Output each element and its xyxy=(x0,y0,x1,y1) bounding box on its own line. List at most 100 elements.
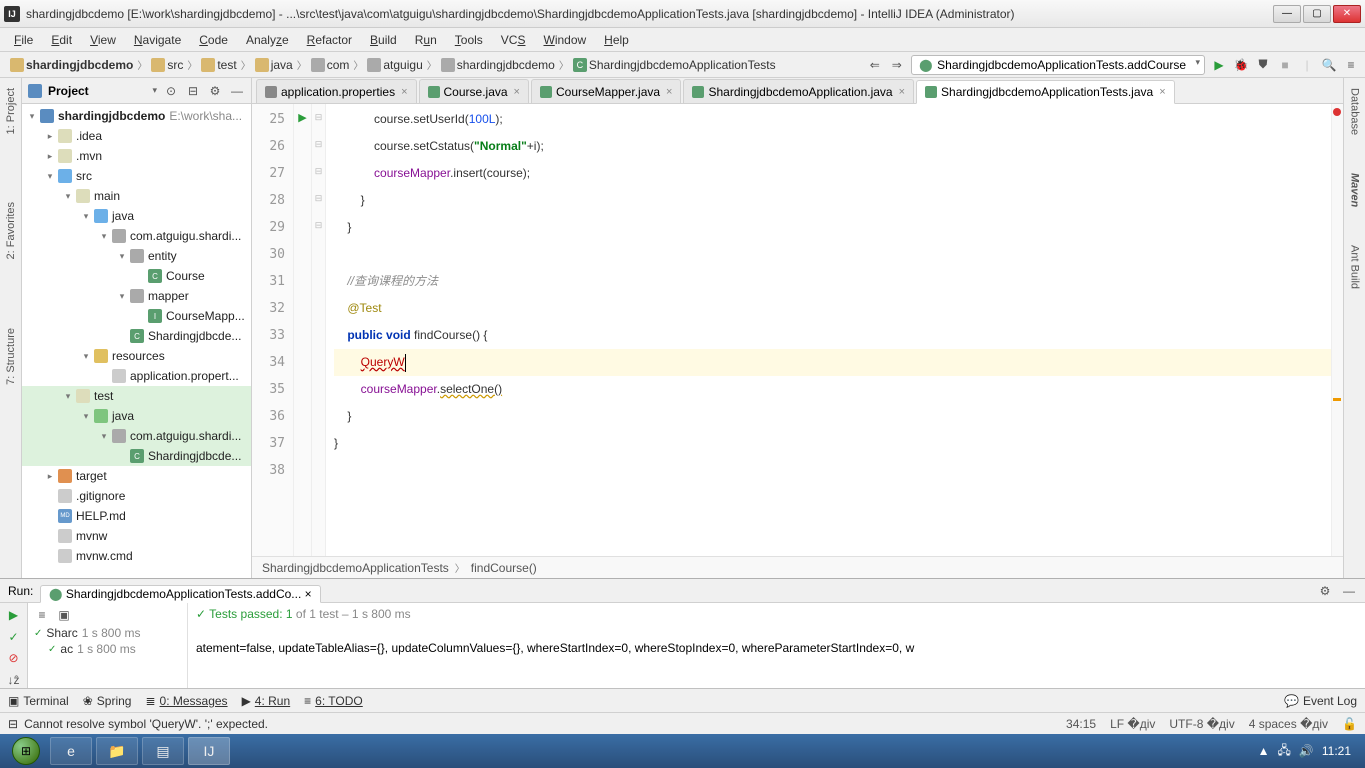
tree-javat[interactable]: ▾java xyxy=(22,406,251,426)
tree-mvnw[interactable]: mvnw xyxy=(22,526,251,546)
menu-vcs[interactable]: VCS xyxy=(493,31,534,49)
run-gutter[interactable]: ▶ xyxy=(294,104,312,556)
collapse-icon[interactable]: ⊟ xyxy=(185,83,201,99)
crumb-atguigu[interactable]: atguigu xyxy=(363,56,426,74)
menu-code[interactable]: Code xyxy=(191,31,236,49)
tree-shardingapp[interactable]: CShardingjdbcde... xyxy=(22,326,251,346)
fold-gutter[interactable]: ⊟ ⊟ ⊟ ⊟ ⊟ xyxy=(312,104,326,556)
crumb-java[interactable]: java xyxy=(251,56,297,74)
error-stripe[interactable] xyxy=(1331,104,1343,556)
toggle-pass-icon[interactable]: ✓ xyxy=(6,629,22,645)
warn-marker[interactable] xyxy=(1333,398,1341,401)
tray-flag-icon[interactable]: ▲ xyxy=(1258,744,1270,758)
tree-coursemapper[interactable]: ICourseMapp... xyxy=(22,306,251,326)
minimize-button[interactable]: — xyxy=(1273,5,1301,23)
terminal-button[interactable]: ▣ Terminal xyxy=(8,694,69,708)
menu-refactor[interactable]: Refactor xyxy=(299,31,360,49)
tree-src[interactable]: ▾src xyxy=(22,166,251,186)
tree-java[interactable]: ▾java xyxy=(22,206,251,226)
eventlog-button[interactable]: 💬 Event Log xyxy=(1284,694,1357,708)
scroll-src-icon[interactable]: ⊙ xyxy=(163,83,179,99)
test-tree[interactable]: ≡▣ ✓Sharc 1 s 800 ms ✓ac 1 s 800 ms xyxy=(28,603,188,688)
tab-structure[interactable]: 7: Structure xyxy=(3,324,19,389)
todo-button[interactable]: ≡ 6: TODO xyxy=(304,694,363,708)
run-tab[interactable]: ⬤ ShardingjdbcdemoApplicationTests.addCo… xyxy=(40,585,321,603)
menu-file[interactable]: File xyxy=(6,31,41,49)
cursor-pos[interactable]: 34:15 xyxy=(1066,717,1096,731)
tree-mvnwcmd[interactable]: mvnw.cmd xyxy=(22,546,251,566)
tray-clock[interactable]: 11:21 xyxy=(1322,744,1351,758)
tab-appprop[interactable]: application.properties× xyxy=(256,79,417,103)
run-button-bottom[interactable]: ▶ 4: Run xyxy=(242,694,291,708)
tree-mvn[interactable]: ▸.mvn xyxy=(22,146,251,166)
crumb-pkg[interactable]: shardingjdbcdemo xyxy=(437,56,559,74)
menu-edit[interactable]: Edit xyxy=(43,31,80,49)
coverage-button[interactable]: ⛊ xyxy=(1255,57,1271,73)
tree-main[interactable]: ▾main xyxy=(22,186,251,206)
tray-net-icon[interactable]: 🖧 xyxy=(1278,741,1291,762)
menu-view[interactable]: View xyxy=(82,31,124,49)
tab-favorites[interactable]: 2: Favorites xyxy=(3,198,19,263)
taskbar-ie[interactable]: e xyxy=(50,737,92,765)
settings-icon[interactable]: ≡ xyxy=(1343,57,1359,73)
menu-build[interactable]: Build xyxy=(362,31,405,49)
tree-pkg[interactable]: ▾com.atguigu.shardi... xyxy=(22,226,251,246)
crumb-root[interactable]: shardingjdbcdemo xyxy=(6,56,137,74)
tree-help[interactable]: MDHELP.md xyxy=(22,506,251,526)
system-tray[interactable]: ▲ 🖧 🔊 11:21 xyxy=(1258,741,1359,762)
menu-analyze[interactable]: Analyze xyxy=(238,31,297,49)
tree-test[interactable]: ▾test xyxy=(22,386,251,406)
messages-button[interactable]: ≣ 0: Messages xyxy=(145,694,227,708)
taskbar-app3[interactable]: ▤ xyxy=(142,737,184,765)
run-button[interactable]: ▶ xyxy=(1211,57,1227,73)
tree-root[interactable]: ▾shardingjdbcdemoE:\work\sha... xyxy=(22,106,251,126)
tree-tests[interactable]: CShardingjdbcde... xyxy=(22,446,251,466)
tab-tests[interactable]: ShardingjdbcdemoApplicationTests.java× xyxy=(916,80,1175,104)
run-output[interactable]: ✓ Tests passed: 1 of 1 test – 1 s 800 ms… xyxy=(188,603,1365,688)
tab-database[interactable]: Database xyxy=(1347,84,1363,139)
tab-app[interactable]: ShardingjdbcdemoApplication.java× xyxy=(683,79,914,103)
error-marker[interactable] xyxy=(1333,108,1341,116)
code-editor[interactable]: 25 26 27 28 29 30 31 32 33 34 35 36 37 3… xyxy=(252,104,1343,556)
menu-help[interactable]: Help xyxy=(596,31,637,49)
start-button[interactable]: ⊞ xyxy=(6,736,46,766)
menu-window[interactable]: Window xyxy=(535,31,594,49)
tab-coursemapper[interactable]: CourseMapper.java× xyxy=(531,79,682,103)
project-tree[interactable]: ▾shardingjdbcdemoE:\work\sha... ▸.idea ▸… xyxy=(22,104,251,578)
close-icon[interactable]: × xyxy=(305,587,312,601)
tree-pkgt[interactable]: ▾com.atguigu.shardi... xyxy=(22,426,251,446)
crumb-test[interactable]: test xyxy=(197,56,240,74)
taskbar-explorer[interactable]: 📁 xyxy=(96,737,138,765)
crumb-src[interactable]: src xyxy=(147,56,187,74)
encoding[interactable]: UTF-8 �діv xyxy=(1169,717,1234,731)
crumb-class[interactable]: CShardingjdbcdemoApplicationTests xyxy=(569,56,780,74)
tab-project[interactable]: 1: Project xyxy=(3,84,19,138)
run-gear-icon[interactable]: ⚙ xyxy=(1317,583,1333,599)
menu-run[interactable]: Run xyxy=(407,31,445,49)
close-icon[interactable]: × xyxy=(514,86,520,98)
tree-resources[interactable]: ▾resources xyxy=(22,346,251,366)
crumb-com[interactable]: com xyxy=(307,56,354,74)
tree-course[interactable]: CCourse xyxy=(22,266,251,286)
tree-entity[interactable]: ▾entity xyxy=(22,246,251,266)
spring-button[interactable]: ❀ Spring xyxy=(83,694,132,708)
run-config-dropdown[interactable]: ⬤ ShardingjdbcdemoApplicationTests.addCo… xyxy=(911,55,1205,75)
line-ending[interactable]: LF �діv xyxy=(1110,717,1155,731)
nav-fwd-icon[interactable]: ⇒ xyxy=(889,57,905,73)
taskbar-intellij[interactable]: IJ xyxy=(188,737,230,765)
tab-antbuild[interactable]: Ant Build xyxy=(1347,241,1363,293)
indent[interactable]: 4 spaces �діv xyxy=(1249,717,1328,731)
code-text[interactable]: course.setUserId(100L); course.setCstatu… xyxy=(326,104,1343,556)
menu-tools[interactable]: Tools xyxy=(447,31,491,49)
rerun-icon[interactable]: ▶ xyxy=(6,607,22,623)
gear-icon[interactable]: ⚙ xyxy=(207,83,223,99)
tree-gitignore[interactable]: .gitignore xyxy=(22,486,251,506)
debug-button[interactable]: 🐞 xyxy=(1233,57,1249,73)
bc-method[interactable]: findCourse() xyxy=(471,561,537,575)
tab-course[interactable]: Course.java× xyxy=(419,79,529,103)
tray-vol-icon[interactable]: 🔊 xyxy=(1299,744,1314,758)
hide-icon[interactable]: — xyxy=(229,83,245,99)
bc-class[interactable]: ShardingjdbcdemoApplicationTests xyxy=(262,561,449,575)
close-icon[interactable]: × xyxy=(666,86,672,98)
tree-mapper[interactable]: ▾mapper xyxy=(22,286,251,306)
